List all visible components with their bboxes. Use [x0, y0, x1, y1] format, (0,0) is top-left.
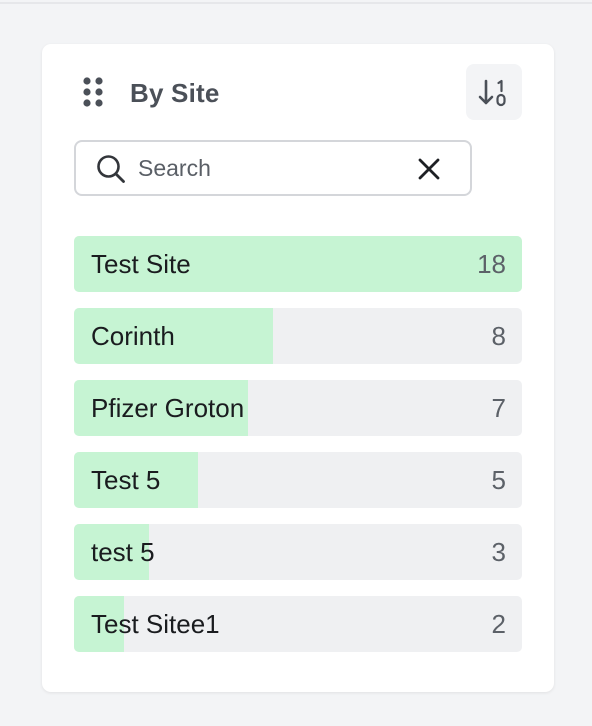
site-label: Test Site: [91, 249, 191, 279]
site-label: Pfizer Groton: [91, 393, 245, 423]
site-count: 7: [491, 393, 506, 423]
site-count: 18: [477, 249, 506, 279]
search-input[interactable]: [138, 150, 398, 186]
list-item[interactable]: Test 5 5: [74, 452, 522, 508]
search-box: [74, 140, 472, 196]
site-label: Test 5: [91, 465, 161, 495]
site-count: 3: [491, 537, 506, 567]
site-count: 5: [491, 465, 506, 495]
site-label: Test Sitee1: [91, 609, 220, 639]
list-item[interactable]: test 5 3: [74, 524, 522, 580]
sort-numeric-descending-icon: [478, 79, 506, 107]
close-icon: [418, 158, 440, 180]
top-divider: [0, 2, 592, 4]
site-count: 2: [491, 609, 506, 639]
list-item[interactable]: Pfizer Groton 7: [74, 380, 522, 436]
list-item[interactable]: Test Sitee1 2: [74, 596, 522, 652]
site-label: Corinth: [91, 321, 175, 351]
drag-handle-icon[interactable]: [82, 77, 106, 107]
site-label: test 5: [91, 537, 155, 567]
by-site-panel: By Site Test Site 18 Corinth 8 Pfizer Groton…: [42, 44, 554, 692]
list-item[interactable]: Corinth 8: [74, 308, 522, 364]
site-count: 8: [491, 321, 506, 351]
sort-button[interactable]: [466, 64, 522, 120]
clear-search-button[interactable]: [414, 154, 444, 184]
list-item[interactable]: Test Site 18: [74, 236, 522, 292]
search-icon: [97, 155, 125, 183]
site-list: Test Site 18 Corinth 8 Pfizer Groton 7 Test 5 5…: [74, 236, 522, 668]
panel-title: By Site: [130, 78, 220, 108]
